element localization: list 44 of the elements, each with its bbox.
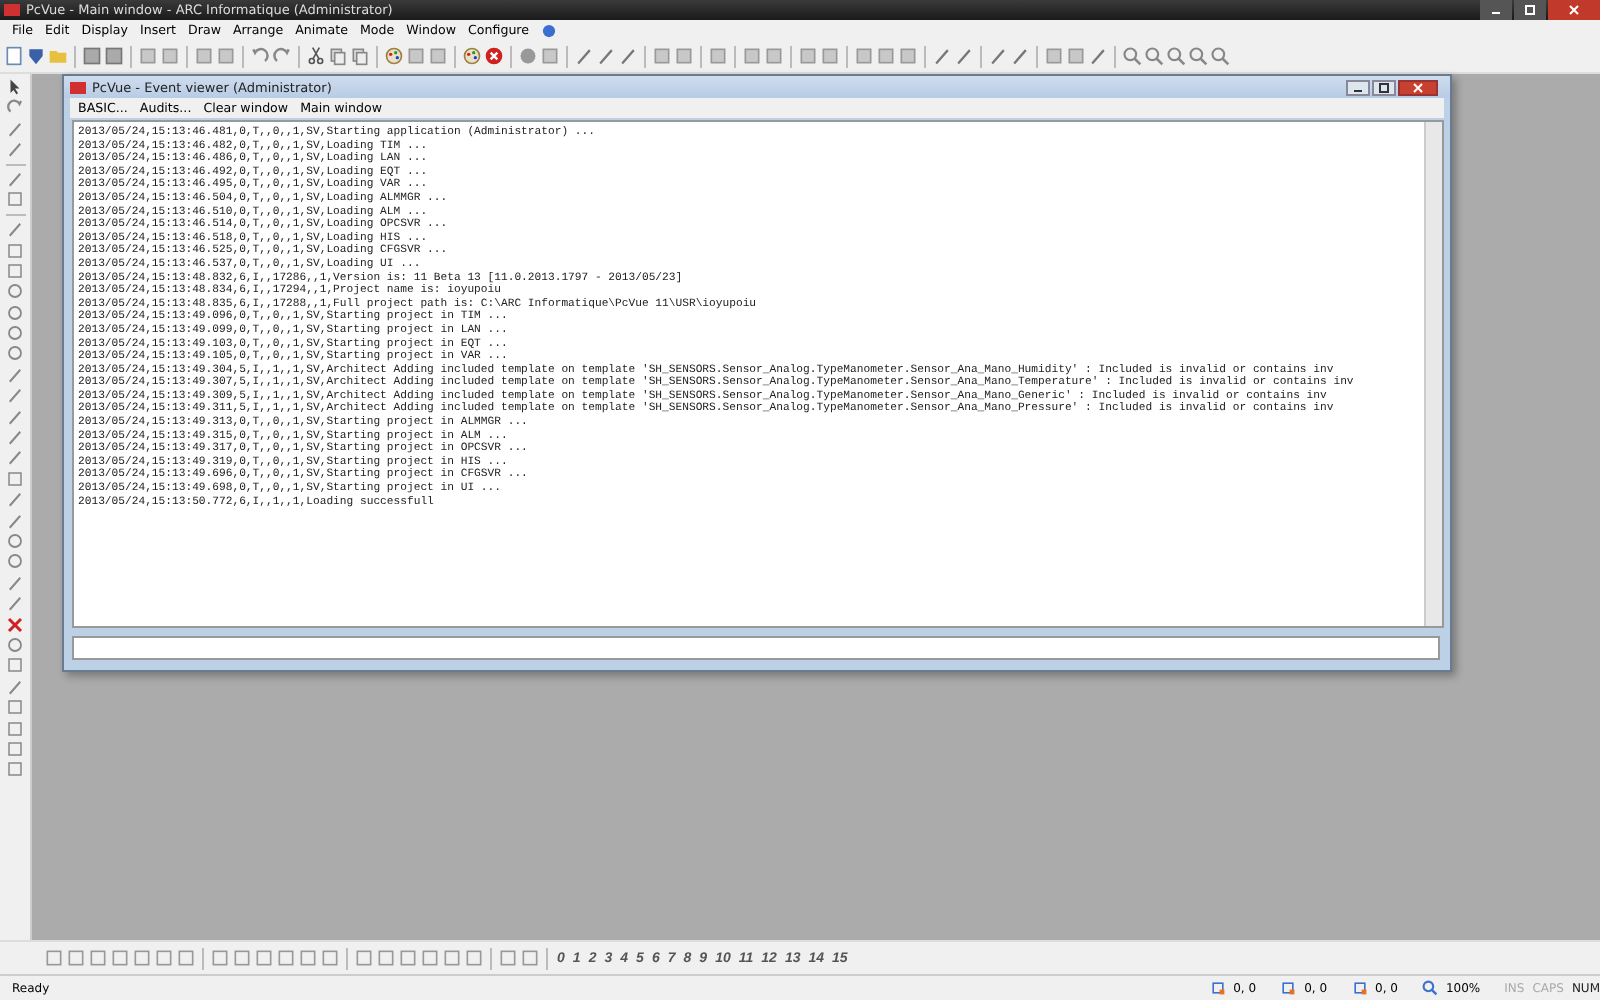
input-field[interactable] bbox=[72, 636, 1440, 660]
circle-icon[interactable] bbox=[6, 552, 24, 571]
frame-icon bbox=[1209, 980, 1226, 996]
new-document-icon[interactable] bbox=[4, 46, 24, 66]
maximize-button[interactable] bbox=[1514, 0, 1546, 20]
shield-icon[interactable] bbox=[26, 46, 46, 66]
help-icon[interactable] bbox=[541, 23, 556, 37]
palette-icon[interactable] bbox=[384, 46, 404, 66]
close-icon bbox=[1408, 81, 1428, 93]
circle-icon[interactable] bbox=[6, 282, 24, 301]
zoom-icon[interactable] bbox=[1188, 46, 1208, 66]
maximize-button[interactable] bbox=[1372, 79, 1396, 95]
circle-icon[interactable] bbox=[6, 344, 24, 363]
app-icon bbox=[70, 79, 86, 95]
circle-icon[interactable] bbox=[518, 46, 538, 66]
circle-icon[interactable] bbox=[6, 531, 24, 550]
frame-icon bbox=[1280, 980, 1297, 996]
zoom-icon bbox=[1421, 980, 1438, 996]
circle-icon[interactable] bbox=[6, 324, 24, 343]
zoom-icon[interactable] bbox=[1166, 46, 1186, 66]
tool-icon[interactable] bbox=[540, 46, 560, 66]
redo-icon[interactable] bbox=[272, 46, 292, 66]
close-button[interactable] bbox=[1548, 0, 1600, 20]
circle-icon[interactable] bbox=[6, 303, 24, 322]
zoom-icon[interactable] bbox=[1122, 46, 1142, 66]
close-icon bbox=[1564, 4, 1584, 16]
close-button[interactable] bbox=[1398, 79, 1438, 95]
undo-icon[interactable] bbox=[250, 46, 270, 66]
zoom-icon[interactable] bbox=[1210, 46, 1230, 66]
scrollbar[interactable] bbox=[1424, 122, 1442, 626]
app-icon bbox=[4, 2, 20, 18]
tool-icon[interactable] bbox=[6, 656, 24, 675]
minimize-button[interactable] bbox=[1346, 79, 1370, 95]
palette-icon[interactable] bbox=[462, 46, 482, 66]
frame-icon bbox=[1351, 980, 1368, 996]
circle-icon[interactable] bbox=[6, 635, 24, 654]
maximize-icon bbox=[1374, 81, 1394, 93]
tool-icon[interactable] bbox=[6, 469, 24, 488]
zoom-icon[interactable] bbox=[1144, 46, 1164, 66]
cut-icon[interactable] bbox=[306, 46, 326, 66]
maximize-icon bbox=[1520, 4, 1540, 16]
pointer-icon[interactable] bbox=[6, 78, 24, 96]
tool-icon[interactable] bbox=[6, 190, 24, 209]
minimize-button[interactable] bbox=[1480, 0, 1512, 20]
